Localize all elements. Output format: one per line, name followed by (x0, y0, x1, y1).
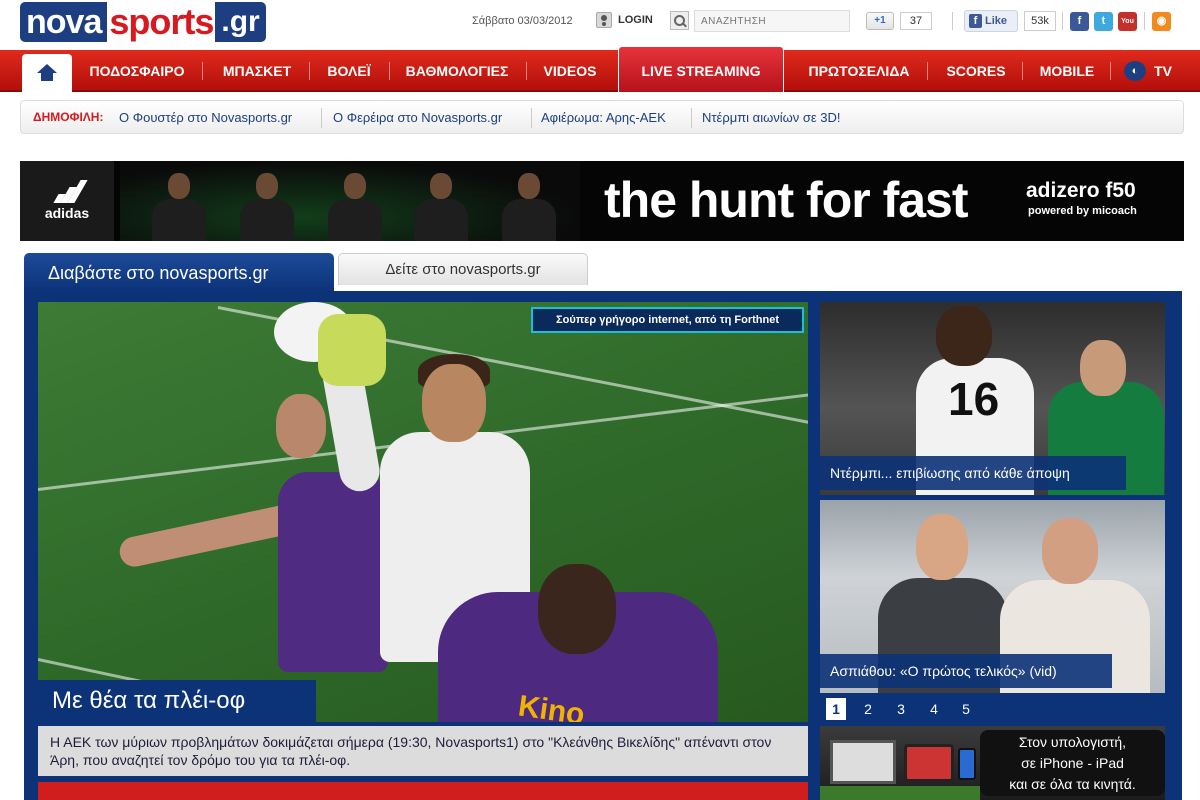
tablet-icon (904, 744, 954, 782)
side-story-caption[interactable]: Ντέρμπι... επιβίωσης από κάθε άποψη (820, 456, 1126, 490)
pager-page-4[interactable]: 4 (924, 698, 944, 720)
site-header: nova sports .gr Σάββατο 03/03/2012 LOGIN… (0, 0, 1200, 48)
laptop-icon (830, 740, 896, 784)
adidas-brand: adidas (44, 205, 90, 221)
nav-home[interactable] (22, 54, 72, 92)
adidas-banner-ad[interactable]: adidas the hunt for fast adizero f50 pow… (20, 161, 1184, 241)
nav-item-videos[interactable]: VIDEOS (534, 50, 606, 92)
login-link[interactable]: LOGIN (618, 14, 653, 26)
main-story-summary[interactable]: Η ΑΕΚ των μύριων προβλημάτων δοκιμάζεται… (38, 726, 808, 776)
facebook-like-button[interactable]: Like (964, 10, 1018, 32)
pager-page-3[interactable]: 3 (891, 698, 911, 720)
banner-powered-by: powered by micoach (1028, 205, 1137, 217)
popular-bar: ΔΗΜΟΦΙΛΗ: Ο Φουστέρ στο Novasports.gr Ο … (20, 100, 1184, 134)
current-date: Σάββατο 03/03/2012 (472, 15, 573, 27)
popular-link[interactable]: Ο Φερέιρα στο Novasports.gr (333, 110, 502, 125)
main-story-strip (38, 782, 808, 800)
nav-item-tv[interactable]: TV (1150, 50, 1176, 92)
shirt-number: 16 (948, 373, 1000, 425)
nav-item-mobile[interactable]: MOBILE (1030, 50, 1104, 92)
popular-label: ΔΗΜΟΦΙΛΗ: (33, 110, 104, 124)
logo-sports: sports (109, 1, 214, 42)
nav-item-standings[interactable]: ΒΑΘΜΟΛΟΓΙΕΣ (396, 50, 518, 92)
tab-read[interactable]: Διαβάστε στο novasports.gr (24, 253, 334, 293)
nav-item-live-streaming[interactable]: LIVE STREAMING (618, 46, 784, 92)
popular-divider (691, 108, 692, 128)
grass-strip (820, 786, 980, 800)
popular-link[interactable]: Αφιέρωμα: Αρης-ΑΕΚ (541, 110, 666, 125)
nav-divider (927, 62, 928, 80)
google-plus-button[interactable]: +1 (866, 12, 894, 30)
nav-divider (202, 62, 203, 80)
nav-item-scores[interactable]: SCORES (934, 50, 1018, 92)
side-story-caption[interactable]: Ασπιάθου: «Ο πρώτος τελικός» (vid) (820, 654, 1112, 688)
header-divider (1062, 12, 1063, 30)
popular-link[interactable]: Ντέρμπι αιωνίων σε 3D! (702, 110, 841, 125)
user-icon[interactable] (596, 12, 612, 28)
mobile-promo-line: σε iPhone - iPad (1021, 755, 1124, 771)
phone-icon (958, 748, 976, 780)
main-story-image[interactable]: Kino (38, 302, 808, 722)
header-divider (1144, 12, 1145, 30)
popular-divider (531, 108, 532, 128)
search-input[interactable] (694, 10, 850, 32)
nav-divider (1022, 62, 1023, 80)
nav-divider (526, 62, 527, 80)
facebook-like-count: 53k (1024, 11, 1056, 31)
nav-item-football[interactable]: ΠΟΔΟΣΦΑΙΡΟ (80, 50, 194, 92)
mobile-promo-ad[interactable]: Στον υπολογιστή, σε iPhone - iPad και σε… (820, 726, 1165, 800)
site-logo[interactable]: nova sports .gr (20, 2, 266, 42)
nav-divider (1110, 62, 1111, 80)
nav-divider (309, 62, 310, 80)
tv-icon[interactable]: ◐ (1124, 61, 1146, 81)
mobile-promo-text: Στον υπολογιστή, σε iPhone - iPad και σε… (980, 730, 1165, 796)
rss-icon[interactable]: ◉ (1152, 12, 1171, 31)
banner-product: adizero f50 (1026, 179, 1136, 202)
main-nav: ΠΟΔΟΣΦΑΙΡΟ ΜΠΑΣΚΕΤ ΒΟΛΕΪ ΒΑΘΜΟΛΟΓΙΕΣ VID… (0, 46, 1200, 92)
mobile-promo-line: και σε όλα τα κινητά. (1009, 776, 1136, 792)
main-story-headline[interactable]: Με θέα τα πλέι-οφ (38, 680, 316, 722)
adidas-stripes-icon (53, 179, 88, 203)
pager-page-2[interactable]: 2 (858, 698, 878, 720)
nav-divider (389, 62, 390, 80)
youtube-icon[interactable]: You (1118, 12, 1137, 31)
header-divider (952, 12, 953, 30)
google-plus-count: 37 (900, 12, 932, 30)
nav-item-volley[interactable]: ΒΟΛΕΪ (318, 50, 380, 92)
mobile-promo-line: Στον υπολογιστή, (1018, 734, 1127, 750)
popular-link[interactable]: Ο Φουστέρ στο Novasports.gr (119, 110, 292, 125)
slideshow-pager: 1 2 3 4 5 (820, 696, 1165, 722)
forthnet-promo-link[interactable]: Σούπερ γρήγορο internet, από τη Forthnet (531, 307, 804, 333)
home-icon (37, 64, 57, 82)
nav-item-basketball[interactable]: ΜΠΑΣΚΕΤ (212, 50, 302, 92)
logo-nova: nova (20, 2, 108, 42)
facebook-icon[interactable]: f (1070, 12, 1089, 31)
adidas-logo: adidas (20, 161, 114, 241)
popular-divider (321, 108, 322, 128)
pager-page-1[interactable]: 1 (826, 698, 846, 720)
twitter-icon[interactable]: t (1094, 12, 1113, 31)
banner-players-image (120, 161, 580, 241)
nav-item-front-pages[interactable]: ΠΡΩΤΟΣΕΛΙΔΑ (798, 50, 920, 92)
search-icon[interactable] (670, 11, 689, 30)
tab-watch[interactable]: Δείτε στο novasports.gr (338, 253, 588, 285)
pager-page-5[interactable]: 5 (956, 698, 976, 720)
banner-slogan: the hunt for fast (604, 172, 969, 228)
logo-gr: .gr (215, 2, 266, 42)
